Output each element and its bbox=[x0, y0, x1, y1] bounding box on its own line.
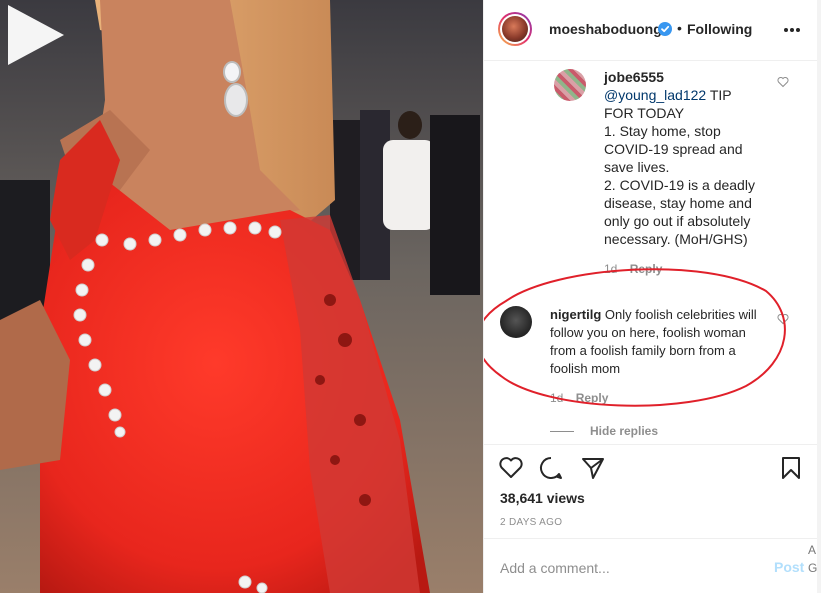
save-bookmark-icon[interactable] bbox=[778, 455, 804, 481]
more-horizontal-icon[interactable] bbox=[782, 20, 802, 40]
comment-meta: 1d Reply bbox=[604, 262, 671, 276]
comment-line: 1. Stay home, stop COVID-19 spread and s… bbox=[604, 123, 743, 175]
comment-username[interactable]: jobe6555 bbox=[604, 69, 664, 85]
comment-text: nigertilg Only foolish celebrities will … bbox=[550, 306, 770, 378]
commenter-avatar[interactable] bbox=[500, 306, 532, 338]
comment-meta: 1d Reply bbox=[550, 391, 617, 405]
like-heart-icon[interactable] bbox=[498, 455, 524, 481]
comment-username[interactable]: nigertilg bbox=[550, 307, 601, 322]
scroll-gutter bbox=[817, 0, 821, 593]
post-actions: 38,641 views 2 DAYS AGO bbox=[484, 444, 818, 545]
comment-age: 1d bbox=[550, 391, 564, 405]
post-timestamp: 2 DAYS AGO bbox=[500, 517, 563, 528]
play-icon[interactable] bbox=[0, 0, 70, 70]
edge-text-fragment: AG bbox=[808, 543, 818, 575]
add-comment-input[interactable] bbox=[498, 556, 752, 580]
share-send-icon[interactable] bbox=[580, 455, 606, 481]
view-count[interactable]: 38,641 views bbox=[500, 490, 585, 506]
like-comment-heart-icon[interactable] bbox=[777, 76, 789, 88]
like-comment-heart-icon[interactable] bbox=[777, 313, 789, 325]
post-header: moeshaboduong • Following bbox=[484, 0, 818, 61]
comment-age: 1d bbox=[604, 262, 618, 276]
verified-badge-icon bbox=[658, 22, 672, 36]
following-button[interactable]: Following bbox=[687, 21, 752, 37]
reply-button[interactable]: Reply bbox=[576, 391, 609, 405]
comment-line: 2. COVID-19 is a deadly disease, stay ho… bbox=[604, 177, 755, 247]
comments-list[interactable]: jobe6555 @young_lad122 TIP FOR TODAY 1. … bbox=[484, 61, 818, 444]
comment-icon[interactable] bbox=[538, 455, 564, 481]
post-button[interactable]: Post bbox=[774, 559, 804, 575]
hide-replies-button[interactable]: Hide replies bbox=[590, 424, 658, 438]
reply-button[interactable]: Reply bbox=[630, 262, 663, 276]
avatar[interactable] bbox=[498, 12, 532, 46]
commenter-avatar[interactable] bbox=[554, 69, 586, 101]
replies-divider bbox=[550, 431, 574, 432]
comment-text: @young_lad122 TIP FOR TODAY 1. Stay home… bbox=[604, 86, 764, 248]
video-player[interactable] bbox=[0, 0, 483, 593]
video-frame bbox=[0, 0, 483, 593]
separator-dot: • bbox=[677, 20, 682, 36]
post-username[interactable]: moeshaboduong bbox=[549, 21, 662, 37]
post-panel: moeshaboduong • Following jobe6555 @youn… bbox=[483, 0, 818, 593]
comment-composer: Post bbox=[484, 538, 818, 594]
comment-mention[interactable]: @young_lad122 bbox=[604, 87, 706, 103]
